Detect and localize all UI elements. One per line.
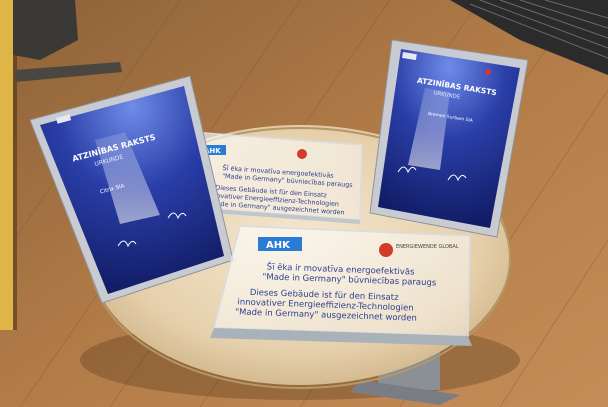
front-plaque-logo-text: AHK xyxy=(266,240,291,251)
photo-canvas: AHK Šī ēka ir movatīva energoefektivās "… xyxy=(0,0,608,407)
front-plaque-partner-logo: ENERGIEWENDE GLOBAL xyxy=(396,244,459,250)
partner-logo-mark xyxy=(297,149,307,159)
front-partner-logo-mark xyxy=(379,243,393,257)
photo-scene: AHK Šī ēka ir movatīva energoefektivās "… xyxy=(0,0,608,407)
front-plaque: AHK ENERGIEWENDE GLOBAL Šī ēka ir movatī… xyxy=(210,225,472,346)
yellow-wall xyxy=(0,0,13,330)
right-cert-logo-mark xyxy=(485,69,491,75)
